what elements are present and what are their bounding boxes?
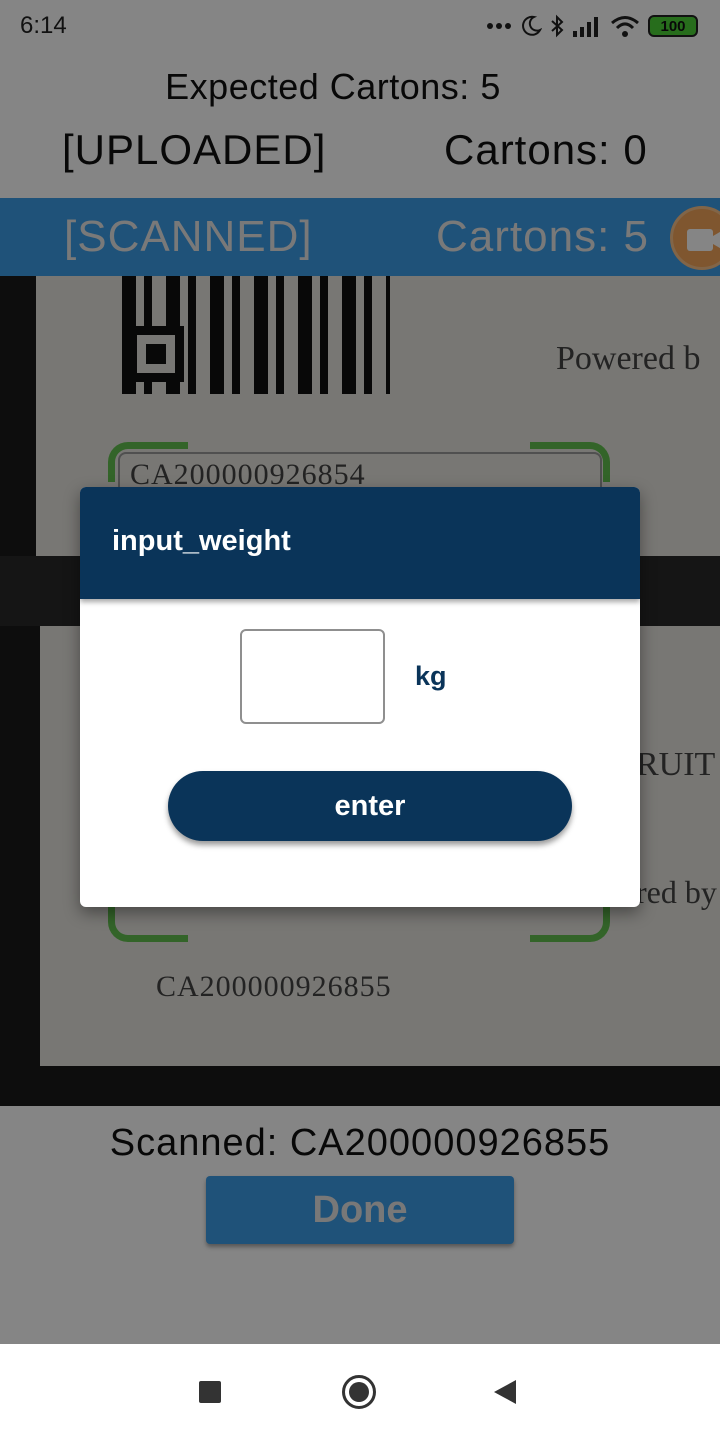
recents-icon[interactable] bbox=[199, 1381, 221, 1403]
input-weight-dialog: input_weight kg enter bbox=[80, 487, 640, 907]
unit-label: kg bbox=[415, 661, 447, 691]
weight-input[interactable] bbox=[240, 629, 385, 724]
dialog-header: input_weight bbox=[80, 487, 640, 599]
back-icon[interactable] bbox=[494, 1380, 516, 1404]
dialog-title: input_weight bbox=[112, 525, 291, 557]
navigation-bar bbox=[0, 1344, 720, 1440]
enter-button[interactable]: enter bbox=[168, 771, 572, 841]
home-icon[interactable] bbox=[342, 1375, 376, 1409]
